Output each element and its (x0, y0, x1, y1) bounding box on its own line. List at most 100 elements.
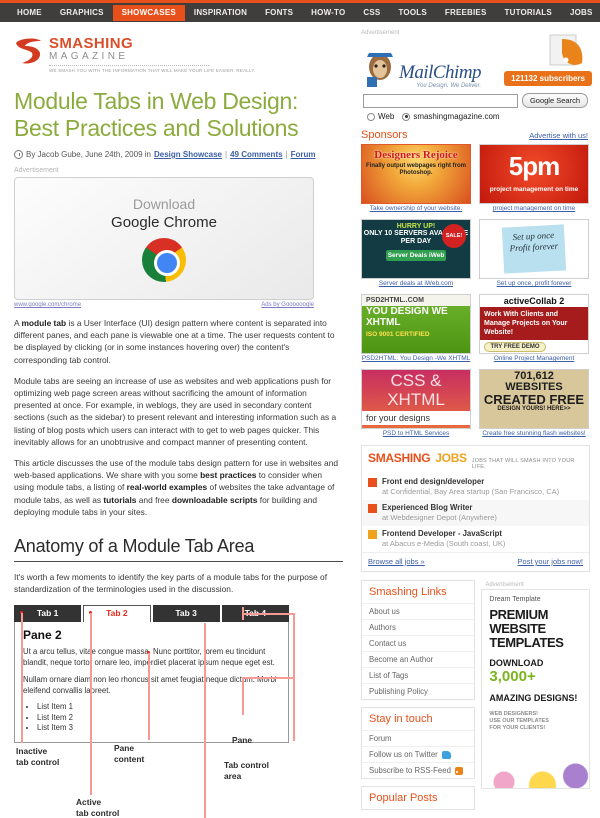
leader-line-pane-label-v (242, 677, 244, 716)
byline-forum-link[interactable]: Forum (291, 150, 316, 159)
sponsor-ad-art: 701,612 WEBSITES CREATED FREE DESIGN YOU… (479, 369, 589, 429)
google-chrome-ad[interactable]: Download Google Chrome (14, 177, 314, 300)
sponsor-ad-psd2html[interactable]: PSD2HTML..COM YOU DESIGN WE XHTML ISO 90… (361, 294, 471, 363)
main-content: SMASHING MAGAZINE WE SMASH YOU WITH THE … (0, 22, 355, 818)
dream-template-artwork (482, 728, 590, 788)
sponsor-ad-caption[interactable]: PSD to HTML Services (361, 430, 471, 438)
radio-site-label: smashingmagazine.com (413, 112, 500, 121)
sponsor-ad-5pm[interactable]: 5pm project management on time project m… (479, 144, 589, 213)
rss-label: Subscribe to RSS-Feed (369, 766, 451, 775)
sponsor-ad-caption[interactable]: Online Project Management (479, 355, 589, 363)
list-item[interactable]: List of Tags (362, 667, 475, 683)
sponsor-ad-caption[interactable]: PSD2HTML: You Design -We XHTML (361, 355, 471, 363)
tab-control-1[interactable]: Tab 1 (14, 605, 82, 623)
radio-option-web[interactable]: Web (367, 112, 394, 121)
job-listing-row[interactable]: Front end design/developer at Confidenti… (362, 474, 589, 500)
sponsor-ad-caption[interactable]: Set up once, profit forever (479, 280, 589, 288)
dream-template-count: 3,000+ (489, 668, 536, 685)
sponsor-ad-css-xhtml[interactable]: CSS & XHTML for your designs PSD to HTML… (361, 369, 471, 438)
leader-line-pane (204, 623, 206, 818)
list-item[interactable]: Follow us on Twitter (362, 746, 475, 762)
job-subtitle: at Confidential, Bay Area startup (San F… (382, 487, 560, 496)
radio-option-site[interactable]: smashingmagazine.com (402, 112, 500, 121)
paragraph-2: Module tabs are seeing an increase of us… (14, 375, 337, 447)
job-type-icon (368, 504, 377, 513)
smashing-jobs-panel: SMASHING JOBS JOBS THAT WILL SMASH INTO … (361, 445, 590, 572)
twitter-icon (441, 750, 451, 759)
sponsor-ad-flash-websites[interactable]: 701,612 WEBSITES CREATED FREE DESIGN YOU… (479, 369, 589, 438)
advertise-with-us-link[interactable]: Advertise with us! (529, 131, 588, 140)
logo-tagline: WE SMASH YOU WITH THE INFORMATION THAT W… (49, 68, 256, 73)
ad-line-3: ISO 9001 CERTIFIED (366, 331, 430, 338)
browse-all-jobs-link[interactable]: Browse all jobs » (368, 557, 425, 566)
radio-site-icon (402, 112, 411, 121)
chrome-ad-url[interactable]: www.google.com/chrome (14, 302, 81, 308)
dream-template-amazing: AMAZING DESIGNS! (489, 693, 578, 703)
ad-brand: Server Deals iWeb (386, 250, 446, 261)
annotation-inactive-tab-control: Inactive tab control (16, 746, 60, 768)
sponsor-ad-caption[interactable]: Take ownership of your website. (361, 205, 471, 213)
top-navigation: HOME GRAPHICS SHOWCASES INSPIRATION FONT… (0, 0, 600, 22)
sponsor-ad-caption[interactable]: Create free stunning flash websites! (479, 430, 589, 438)
list-item[interactable]: About us (362, 603, 475, 619)
annotation-tab-control-area: Tab control area (224, 760, 269, 782)
sponsor-ad-caption[interactable]: project management on time (479, 205, 589, 213)
mailchimp-ad[interactable]: MailChimp You Design. We Deliver. 121132… (357, 34, 594, 89)
nav-item-freebies[interactable]: FREEBIES (436, 5, 496, 21)
job-listing-row[interactable]: Experienced Blog Writer at Webdesigner D… (362, 500, 589, 526)
pane-list: List Item 1 List Item 2 List Item 3 (37, 702, 280, 734)
byline-text: By Jacob Gube, June 24th, 2009 in (26, 150, 151, 159)
annotation-pane-content: Pane content (114, 743, 145, 765)
nav-item-tools[interactable]: TOOLS (389, 5, 435, 21)
sponsor-ad-campaign-monitor[interactable]: Set up once Profit forever Set up once, … (479, 219, 589, 288)
clock-icon (14, 150, 23, 159)
annotation-pane: Pane (232, 735, 253, 746)
list-item[interactable]: Contact us (362, 635, 475, 651)
nav-item-tutorials[interactable]: TUTORIALS (496, 5, 561, 21)
site-logo[interactable]: SMASHING MAGAZINE WE SMASH YOU WITH THE … (14, 36, 343, 74)
leader-line-tab-area-top (242, 613, 294, 615)
brand-template: Template (510, 596, 541, 603)
leader-line-pane-h (204, 623, 206, 625)
google-search-button[interactable]: Google Search (521, 93, 588, 108)
paragraph-1: A module tab is a User Interface (UI) de… (14, 318, 335, 365)
sponsor-ad-caption[interactable]: Server deals at iWeb.com (361, 280, 471, 288)
chrome-ad-provider[interactable]: Ads by Goooooogle (261, 302, 314, 308)
rss-illustration-icon (549, 34, 583, 66)
dream-template-ad[interactable]: Dream Template PREMIUM WEBSITE TEMPLATES… (481, 589, 590, 789)
nav-item-how-to[interactable]: HOW-TO (302, 5, 354, 21)
tab-control-3[interactable]: Tab 3 (152, 605, 220, 623)
ad-line-2: YOU DESIGN WE XHTML (366, 306, 448, 328)
nav-item-jobs[interactable]: JOBS (561, 5, 600, 21)
leader-line-active (90, 613, 92, 796)
nav-item-css[interactable]: CSS (354, 5, 389, 21)
nav-item-graphics[interactable]: GRAPHICS (51, 5, 113, 21)
nav-item-showcases[interactable]: SHOWCASES (112, 4, 185, 21)
list-item[interactable]: Subscribe to RSS-Feed (362, 762, 475, 778)
sponsor-ad-designers-rejoice[interactable]: Designers Rejoice Finally output webpage… (361, 144, 471, 213)
byline-separator-1: | (225, 150, 228, 159)
stay-in-touch-title: Stay in touch (369, 713, 433, 725)
page-title: Module Tabs in Web Design: Best Practice… (14, 88, 299, 141)
list-item[interactable]: Authors (362, 619, 475, 635)
job-subtitle: at Webdesigner Depot (Anywhere) (382, 513, 497, 522)
post-your-jobs-link[interactable]: Post your jobs now! (518, 557, 583, 566)
radio-web-icon (367, 112, 375, 121)
mailchimp-monkey-icon (367, 53, 393, 87)
list-item[interactable]: Become an Author (362, 651, 475, 667)
nav-item-home[interactable]: HOME (8, 5, 51, 21)
sponsor-ad-activecollab[interactable]: activeCollab 2 Work With Clients and Man… (479, 294, 589, 363)
sponsor-ad-iweb[interactable]: SALE! HURRY UP! ONLY 10 SERVERS AVAILABL… (361, 219, 471, 288)
job-listing-row[interactable]: Frontend Developer - JavaScript at Abacu… (362, 526, 589, 552)
byline-comments-link[interactable]: 49 Comments (230, 150, 282, 159)
list-item[interactable]: Forum (362, 730, 475, 746)
annotation-active-tab-control: Active tab control (76, 797, 120, 818)
smashing-links-list: About us Authors Contact us Become an Au… (362, 603, 475, 699)
search-input[interactable] (363, 93, 518, 108)
nav-item-fonts[interactable]: FONTS (256, 5, 302, 21)
sponsor-ad-art: 5pm project management on time (479, 144, 589, 204)
byline-category-link[interactable]: Design Showcase (154, 150, 222, 159)
list-item[interactable]: Publishing Policy (362, 683, 475, 699)
tab-control-2-active[interactable]: Tab 2 (83, 605, 151, 623)
nav-item-inspiration[interactable]: INSPIRATION (185, 5, 256, 21)
